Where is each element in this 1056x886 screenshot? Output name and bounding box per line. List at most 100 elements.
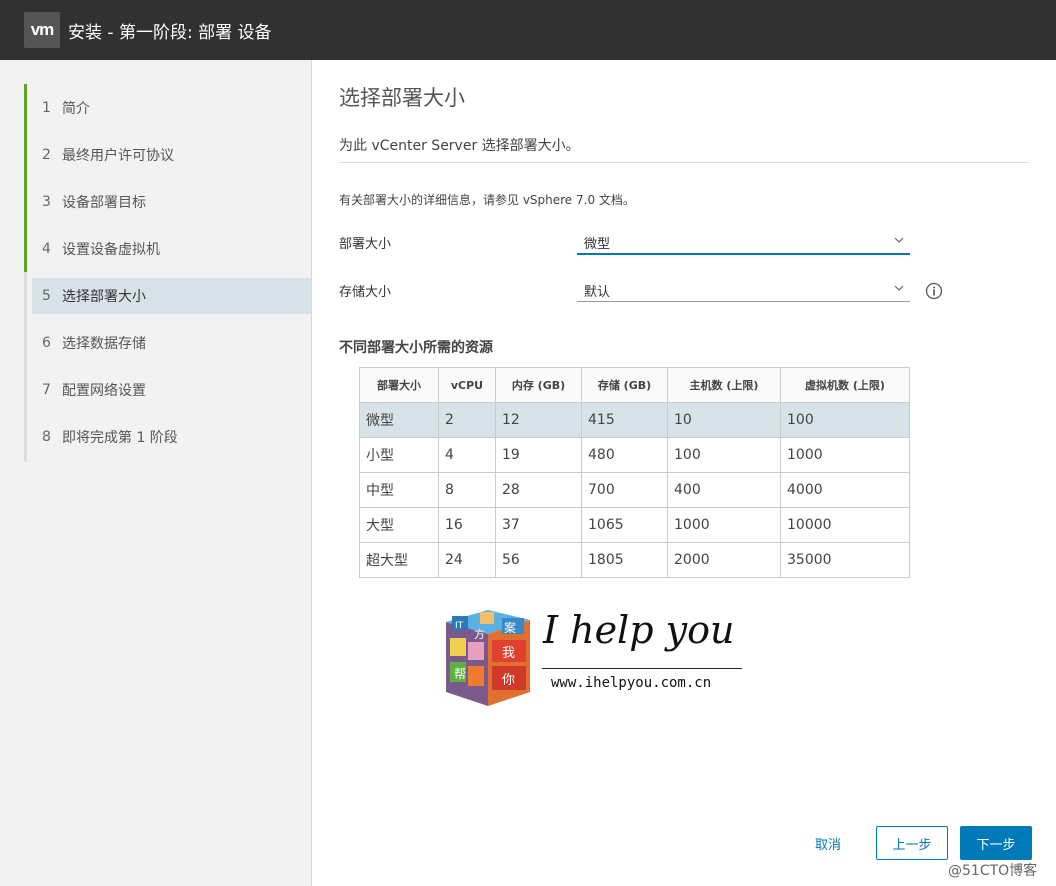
- info-text: 有关部署大小的详细信息，请参见 vSphere 7.0 文档。: [339, 193, 635, 207]
- step-number: 2: [42, 147, 51, 163]
- column-header: 主机数 (上限): [667, 367, 781, 403]
- table-cell: 4000: [780, 472, 910, 508]
- step-label: 设备部署目标: [62, 195, 146, 211]
- cancel-button[interactable]: 取消: [800, 826, 856, 860]
- rubiks-cube-icon: IT 方 案 我 帮 你: [446, 610, 530, 706]
- vmware-logo: vm: [24, 12, 60, 48]
- table-cell: 1000: [780, 437, 910, 473]
- logo-tagline: I help you: [543, 608, 735, 652]
- back-button[interactable]: 上一步: [876, 826, 948, 860]
- step-number: 4: [42, 241, 51, 257]
- step-label: 简介: [62, 101, 90, 117]
- table-cell: 37: [495, 507, 582, 543]
- table-cell: 28: [495, 472, 582, 508]
- title-bar: vm 安装 - 第一阶段: 部署 设备: [0, 0, 1056, 60]
- page-subtitle: 为此 vCenter Server 选择部署大小。: [339, 138, 580, 154]
- table-cell: 小型: [359, 437, 439, 473]
- chevron-down-icon: [894, 237, 904, 243]
- table-cell: 2: [438, 402, 496, 438]
- step-number: 1: [42, 100, 51, 116]
- table-row[interactable]: 微型 2 12 415 10 100: [359, 402, 910, 438]
- step-item-network[interactable]: 7 配置网络设置: [32, 372, 311, 408]
- storage-size-value: 默认: [584, 285, 611, 300]
- cube-char: 方: [474, 627, 485, 641]
- table-cell: 1000: [667, 507, 781, 543]
- step-label: 选择部署大小: [62, 289, 146, 305]
- table-row[interactable]: 中型 8 28 700 400 4000: [359, 472, 910, 508]
- cube-char: 你: [502, 673, 515, 688]
- step-item-ready[interactable]: 8 即将完成第 1 阶段: [32, 419, 311, 455]
- table-cell: 12: [495, 402, 582, 438]
- info-icon[interactable]: [925, 282, 943, 300]
- step-label: 即将完成第 1 阶段: [62, 430, 178, 446]
- page-title: 选择部署大小: [339, 86, 465, 110]
- table-cell: 1065: [581, 507, 668, 543]
- chevron-down-icon: [894, 285, 904, 291]
- step-number: 5: [42, 288, 51, 304]
- deployment-size-value: 微型: [584, 237, 611, 252]
- column-header: 存储 (GB): [581, 367, 668, 403]
- wizard-sidebar: 1 简介 2 最终用户许可协议 3 设备部署目标 4 设置设备虚拟机 5 选择部…: [0, 60, 312, 886]
- table-cell: 8: [438, 472, 496, 508]
- deployment-size-label: 部署大小: [339, 237, 392, 252]
- table-cell: 超大型: [359, 542, 439, 578]
- table-cell: 16: [438, 507, 496, 543]
- column-header: 虚拟机数 (上限): [780, 367, 910, 403]
- table-header-row: 部署大小 vCPU 内存 (GB) 存储 (GB) 主机数 (上限) 虚拟机数 …: [359, 367, 910, 403]
- ihelpyou-watermark-logo: IT 方 案 我 帮 你 I help you www.ihelpyou.com…: [444, 608, 744, 708]
- table-cell: 100: [667, 437, 781, 473]
- table-cell: 700: [581, 472, 668, 508]
- table-cell: 56: [495, 542, 582, 578]
- storage-size-label: 存储大小: [339, 285, 392, 300]
- step-number: 7: [42, 382, 51, 398]
- cube-char: 案: [504, 620, 516, 635]
- table-row[interactable]: 大型 16 37 1065 1000 10000: [359, 507, 910, 543]
- table-cell: 100: [780, 402, 910, 438]
- column-header: 内存 (GB): [495, 367, 582, 403]
- deployment-size-select[interactable]: 微型: [577, 231, 910, 255]
- table-cell: 19: [495, 437, 582, 473]
- table-cell: 中型: [359, 472, 439, 508]
- step-number: 6: [42, 335, 51, 351]
- table-cell: 480: [581, 437, 668, 473]
- step-item-vm-setup[interactable]: 4 设置设备虚拟机: [32, 231, 311, 267]
- step-item-deploy-size[interactable]: 5 选择部署大小: [32, 278, 311, 314]
- column-header: vCPU: [438, 367, 496, 403]
- table-cell: 4: [438, 437, 496, 473]
- next-button[interactable]: 下一步: [960, 826, 1032, 860]
- logo-url: www.ihelpyou.com.cn: [551, 675, 712, 691]
- step-number: 8: [42, 429, 51, 445]
- table-cell: 1805: [581, 542, 668, 578]
- step-item-intro[interactable]: 1 简介: [32, 90, 311, 126]
- divider: [339, 162, 1029, 163]
- step-item-eula[interactable]: 2 最终用户许可协议: [32, 137, 311, 173]
- table-row[interactable]: 超大型 24 56 1805 2000 35000: [359, 542, 910, 578]
- resources-table: 部署大小 vCPU 内存 (GB) 存储 (GB) 主机数 (上限) 虚拟机数 …: [359, 367, 910, 578]
- table-row[interactable]: 小型 4 19 480 100 1000: [359, 437, 910, 473]
- table-cell: 415: [581, 402, 668, 438]
- step-label: 最终用户许可协议: [62, 148, 174, 164]
- app-title: 安装 - 第一阶段: 部署 设备: [68, 23, 272, 43]
- step-label: 配置网络设置: [62, 383, 146, 399]
- resources-section-title: 不同部署大小所需的资源: [339, 340, 493, 356]
- main-content: 选择部署大小 为此 vCenter Server 选择部署大小。 有关部署大小的…: [312, 60, 1056, 886]
- table-cell: 400: [667, 472, 781, 508]
- step-progress-completed: [24, 84, 27, 272]
- table-cell: 微型: [359, 402, 439, 438]
- table-cell: 2000: [667, 542, 781, 578]
- logo-underline: [542, 668, 742, 669]
- cube-char: 帮: [454, 667, 466, 681]
- step-item-datastore[interactable]: 6 选择数据存储: [32, 325, 311, 361]
- table-cell: 24: [438, 542, 496, 578]
- cube-char: 我: [502, 646, 515, 661]
- site-watermark: @51CTO博客: [948, 863, 1038, 879]
- storage-size-select[interactable]: 默认: [577, 279, 910, 302]
- step-label: 设置设备虚拟机: [62, 242, 160, 258]
- table-cell: 10000: [780, 507, 910, 543]
- step-number: 3: [42, 194, 51, 210]
- column-header: 部署大小: [359, 367, 439, 403]
- table-cell: 10: [667, 402, 781, 438]
- table-cell: 35000: [780, 542, 910, 578]
- cube-char: IT: [455, 621, 464, 631]
- step-item-deploy-target[interactable]: 3 设备部署目标: [32, 184, 311, 220]
